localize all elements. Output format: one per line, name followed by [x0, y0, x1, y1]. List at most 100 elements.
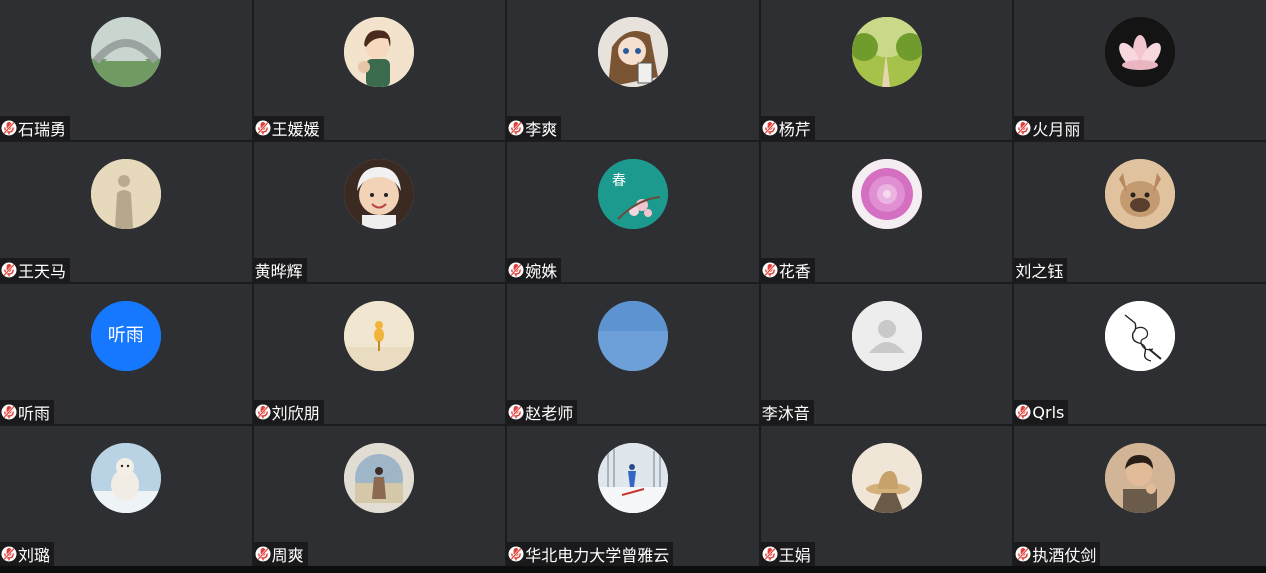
- participant-name: 华北电力大学曾雅云: [525, 546, 670, 565]
- avatar: [1105, 443, 1176, 513]
- participant-name: 刘之钰: [1015, 262, 1064, 281]
- avatar: 春: [597, 159, 668, 229]
- participant-name-tag: 婉姝: [507, 258, 562, 282]
- participant-tile[interactable]: 王媛媛: [253, 0, 506, 140]
- participant-name: 杨芹: [778, 120, 811, 139]
- participant-name-tag: 李爽: [507, 116, 562, 140]
- participant-name: 婉姝: [525, 262, 558, 281]
- avatar: [1105, 301, 1176, 371]
- avatar: [344, 301, 415, 371]
- avatar-text: 听雨: [107, 325, 144, 346]
- avatar: [851, 159, 922, 229]
- participant-tile[interactable]: 王天马: [0, 142, 252, 282]
- participant-tile[interactable]: 春婉姝: [507, 142, 759, 282]
- mic-muted-icon: [762, 261, 778, 279]
- participant-name-tag: 花香: [760, 258, 815, 282]
- participant-tile[interactable]: 刘之钰: [1014, 142, 1266, 282]
- participant-name-tag: 刘之钰: [1014, 258, 1068, 282]
- mic-muted-icon: [1015, 403, 1031, 421]
- participant-tile[interactable]: 听雨 听雨: [0, 284, 252, 424]
- mic-muted-icon: [255, 119, 271, 137]
- participant-tile[interactable]: Qrls: [1014, 284, 1266, 424]
- participant-name: 石瑞勇: [18, 120, 67, 139]
- participant-name: 李沐音: [761, 404, 810, 423]
- participant-name-tag: 杨芹: [760, 116, 815, 140]
- avatar: [851, 301, 922, 371]
- video-grid: 石瑞勇 王媛媛 李爽 杨芹 火月丽 王天马 黄晔辉春婉姝 花香 刘之钰 听雨 听雨 刘欣朋 赵老师 李沐音…: [0, 0, 1266, 566]
- avatar: [851, 443, 922, 513]
- mic-muted-icon: [1, 261, 17, 279]
- avatar: [90, 159, 161, 229]
- participant-tile[interactable]: 杨芹: [760, 0, 1013, 140]
- mic-muted-icon: [255, 545, 271, 563]
- participant-name: 李爽: [525, 120, 558, 139]
- avatar: [1105, 159, 1176, 229]
- participant-name: 刘欣朋: [271, 404, 320, 423]
- svg-text:春: 春: [612, 173, 626, 189]
- avatar: [90, 17, 161, 87]
- avatar: [597, 17, 668, 87]
- participant-name-tag: 刘欣朋: [253, 400, 324, 424]
- avatar: [344, 159, 415, 229]
- avatar: [90, 443, 161, 513]
- participant-tile[interactable]: 李沐音: [760, 284, 1013, 424]
- mic-muted-icon: [255, 403, 271, 421]
- mic-muted-icon: [508, 261, 524, 279]
- participant-tile[interactable]: 黄晔辉: [253, 142, 506, 282]
- bottom-bar: [0, 566, 1266, 573]
- participant-name-tag: 王媛媛: [253, 116, 324, 140]
- avatar: [597, 443, 668, 513]
- participant-tile[interactable]: 刘欣朋: [253, 284, 506, 424]
- participant-tile[interactable]: 花香: [760, 142, 1013, 282]
- mic-muted-icon: [508, 119, 524, 137]
- participant-tile[interactable]: 赵老师: [507, 284, 759, 424]
- participant-tile[interactable]: 王娟: [760, 426, 1013, 566]
- mic-muted-icon: [1, 119, 17, 137]
- avatar: [1105, 17, 1176, 87]
- participant-name: 执酒仗剑: [1032, 546, 1097, 565]
- participant-name: 赵老师: [525, 404, 574, 423]
- participant-name-tag: 王娟: [760, 542, 815, 566]
- participant-name-tag: 黄晔辉: [253, 258, 307, 282]
- participant-tile[interactable]: 李爽: [507, 0, 759, 140]
- mic-muted-icon: [1, 403, 17, 421]
- avatar: [344, 443, 415, 513]
- participant-tile[interactable]: 周爽: [253, 426, 506, 566]
- participant-name-tag: 王天马: [0, 258, 71, 282]
- participant-name-tag: 火月丽: [1014, 116, 1085, 140]
- participant-tile[interactable]: 执酒仗剑: [1014, 426, 1266, 566]
- mic-muted-icon: [1015, 545, 1031, 563]
- participant-name-tag: 李沐音: [760, 400, 814, 424]
- avatar: 听雨: [90, 301, 161, 371]
- participant-name: 听雨: [18, 404, 51, 423]
- participant-name: 黄晔辉: [254, 262, 303, 281]
- participant-name-tag: 赵老师: [507, 400, 578, 424]
- participant-name: 火月丽: [1032, 120, 1081, 139]
- participant-tile[interactable]: 石瑞勇: [0, 0, 252, 140]
- participant-name-tag: 华北电力大学曾雅云: [507, 542, 674, 566]
- participant-tile[interactable]: 华北电力大学曾雅云: [507, 426, 759, 566]
- participant-name: 王媛媛: [271, 120, 320, 139]
- participant-tile[interactable]: 火月丽: [1014, 0, 1266, 140]
- avatar: [597, 301, 668, 371]
- participant-tile[interactable]: 刘璐: [0, 426, 252, 566]
- participant-name-tag: Qrls: [1014, 400, 1069, 424]
- mic-muted-icon: [508, 403, 524, 421]
- participant-name: 王天马: [18, 262, 67, 281]
- participant-name-tag: 刘璐: [0, 542, 55, 566]
- mic-muted-icon: [1, 545, 17, 563]
- participant-name: 王娟: [778, 546, 811, 565]
- participant-name: 花香: [778, 262, 811, 281]
- participant-name-tag: 周爽: [253, 542, 308, 566]
- participant-name-tag: 石瑞勇: [0, 116, 71, 140]
- avatar: [344, 17, 415, 87]
- participant-name: Qrls: [1032, 402, 1065, 422]
- mic-muted-icon: [762, 119, 778, 137]
- participant-name: 周爽: [271, 546, 304, 565]
- participant-name-tag: 听雨: [0, 400, 55, 424]
- mic-muted-icon: [762, 545, 778, 563]
- participant-name: 刘璐: [18, 546, 51, 565]
- participant-name-tag: 执酒仗剑: [1014, 542, 1101, 566]
- mic-muted-icon: [1015, 119, 1031, 137]
- avatar: [851, 17, 922, 87]
